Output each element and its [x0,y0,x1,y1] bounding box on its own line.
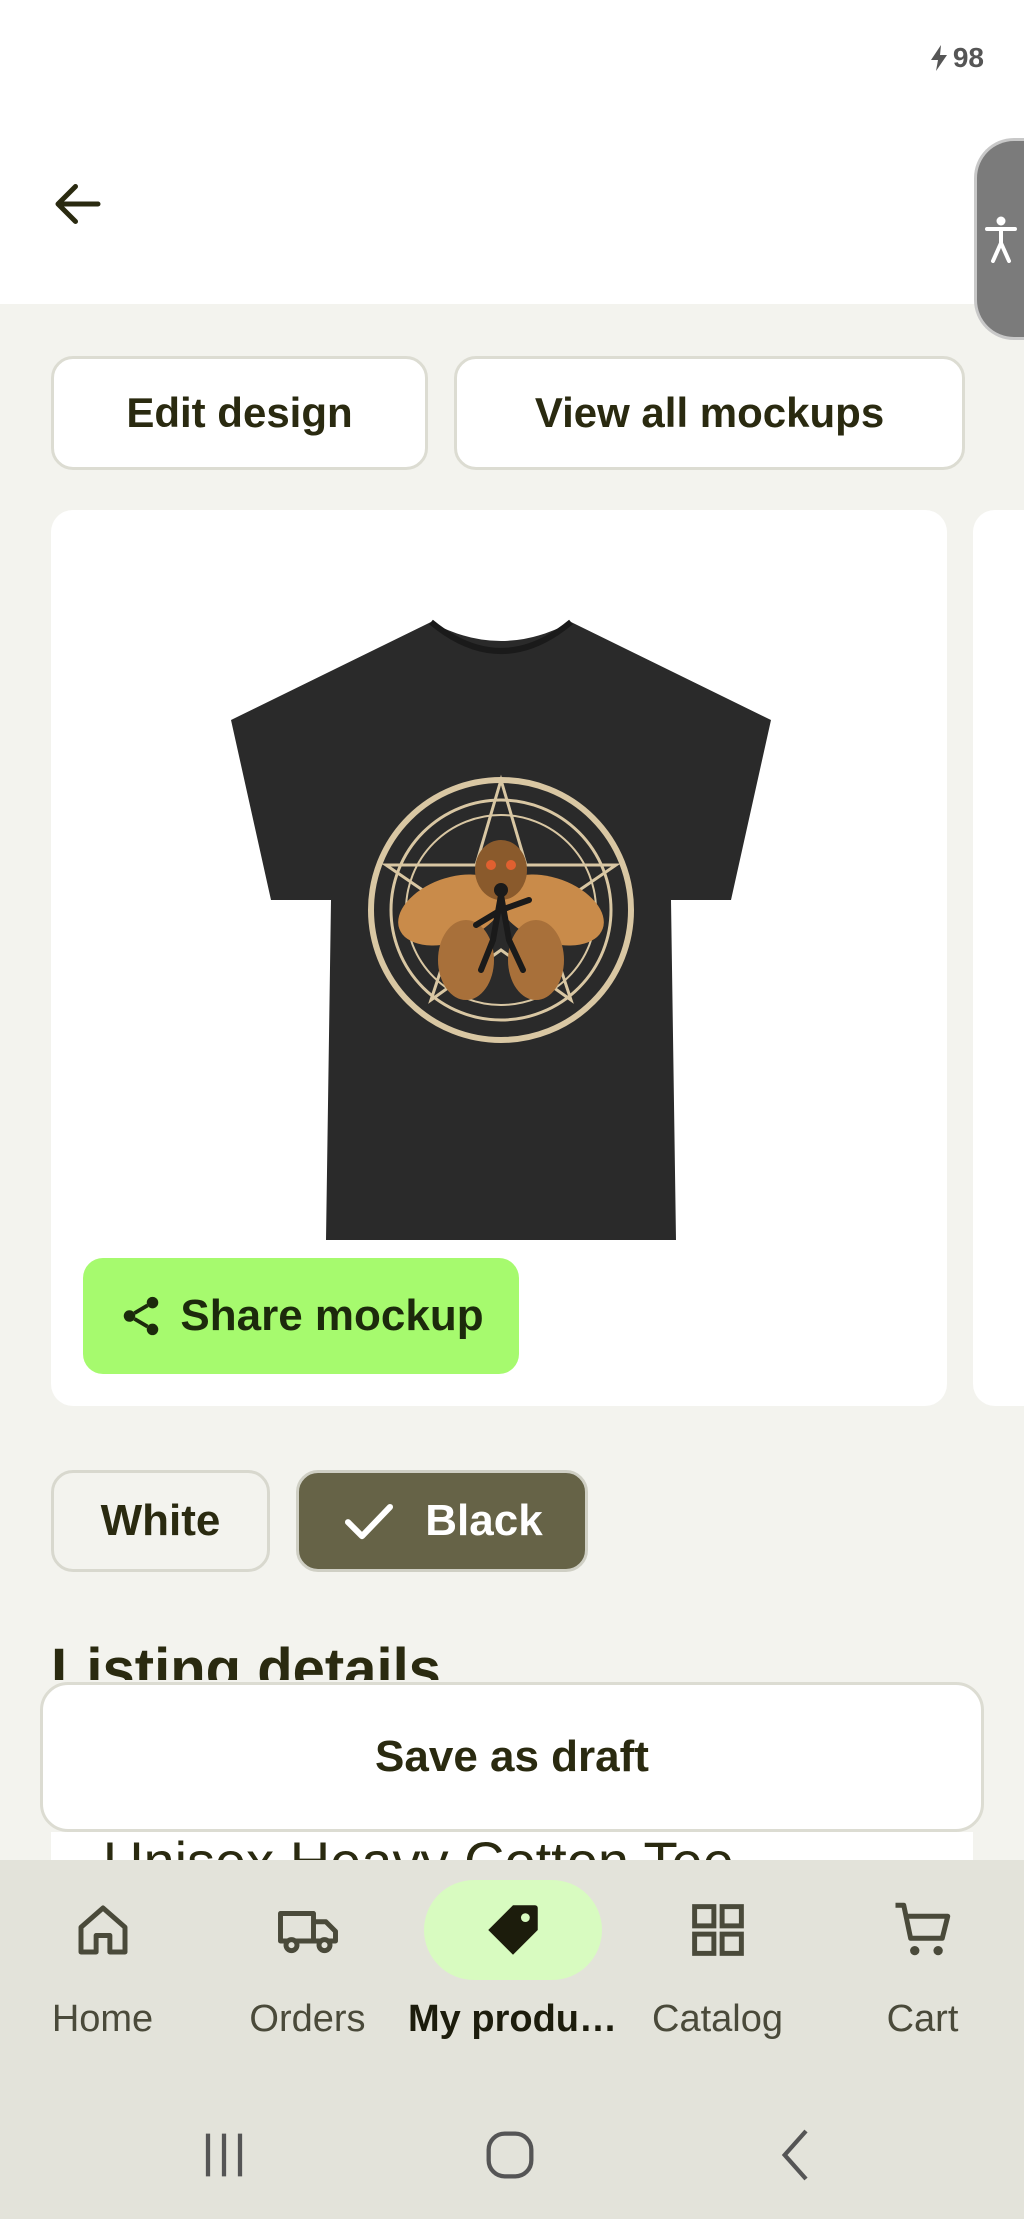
nav-label: My produ… [408,1998,617,2040]
nav-label: Catalog [652,1998,783,2040]
view-all-mockups-button[interactable]: View all mockups [454,356,965,470]
charging-icon [930,45,947,71]
home-system-button[interactable] [470,2115,550,2195]
color-chip-label: White [100,1496,221,1545]
product-title-text: Unisex Heavy Cotton Tee [103,1834,734,1863]
back-chevron-icon [781,2129,808,2181]
accessibility-icon [984,216,1017,263]
home-icon [78,1905,127,1955]
nav-label: Orders [249,1998,366,2040]
color-chip-white[interactable]: White [51,1470,270,1572]
truck-icon [277,1911,338,1954]
battery-level: 98 [952,42,984,73]
nav-item-orders[interactable]: Orders [205,1860,410,2085]
cart-icon [895,1902,950,1956]
nav-label: Home [51,1998,154,2040]
nav-item-home[interactable]: Home [0,1860,205,2085]
save-as-draft-button[interactable]: Save as draft [40,1682,984,1832]
next-mockup-card[interactable] [973,510,1024,1406]
share-icon [124,1296,159,1336]
back-button[interactable] [44,170,112,238]
accessibility-button[interactable] [974,138,1024,340]
edit-design-button[interactable]: Edit design [51,356,428,470]
listing-details-heading: Listing details [51,1640,441,1680]
back-system-button[interactable] [758,2115,838,2195]
recent-apps-button[interactable] [184,2115,264,2195]
color-chip-black[interactable]: Black [296,1470,588,1572]
product-title-card[interactable]: Unisex Heavy Cotton Tee [51,1832,973,1862]
nav-item-my-products[interactable]: My produ… [408,1860,617,2085]
color-chip-label: Black [425,1496,543,1545]
app-bar [0,120,1024,304]
share-mockup-button[interactable]: Share mockup [83,1258,519,1374]
grid-icon [691,1904,744,1956]
check-icon [345,1503,394,1540]
battery-indicator: 98 [929,42,984,74]
share-mockup-label: Share mockup [180,1291,484,1340]
home-circle-icon [486,2131,534,2179]
system-navigation-bar [0,2085,1024,2219]
mockup-card[interactable]: Share mockup [51,510,947,1406]
nav-item-cart[interactable]: Cart [820,1860,1024,2085]
recent-apps-icon [205,2133,243,2177]
arrow-left-icon [55,184,101,224]
bottom-navigation: Home Orders My produ… Catalog Cart [0,1860,1024,2085]
tshirt-mockup-image [231,619,771,1240]
status-bar: 98 [0,0,1024,120]
nav-label: Cart [886,1998,959,2040]
nav-item-catalog[interactable]: Catalog [615,1860,820,2085]
tag-icon [487,1905,538,1955]
